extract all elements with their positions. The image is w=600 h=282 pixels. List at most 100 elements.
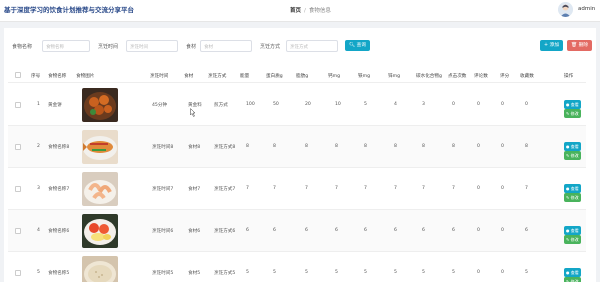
cell-fat: 6	[305, 228, 308, 233]
cell-protein: 50	[273, 102, 279, 107]
edit-button[interactable]: ✎ 修改	[564, 193, 581, 202]
column-header: 点击次数	[448, 74, 467, 79]
cell-clicks: 6	[452, 228, 455, 233]
cell-name: 食物名称8	[48, 145, 70, 150]
cell-fat: 7	[305, 186, 308, 191]
table-row[interactable]: 2 食物名称8 烹饪时间8 食材8 烹饪方式8 8 8 8 8 8 8 8 8 0 0 8 ● 查看✎ 修改	[8, 126, 586, 168]
food-name-input[interactable]: 食物名称	[42, 40, 90, 52]
cell-carbs: 3	[422, 102, 425, 107]
breadcrumb-home[interactable]: 首页	[290, 8, 301, 14]
user-avatar-icon	[558, 2, 573, 17]
column-header: 能量	[240, 74, 250, 79]
column-header: 食物名称	[48, 74, 67, 79]
avatar[interactable]	[558, 2, 573, 17]
food-image[interactable]	[82, 88, 118, 122]
cell-energy: 6	[246, 228, 249, 233]
column-header: 烹饪时间	[150, 74, 169, 79]
search-icon: 🔍︎	[349, 43, 356, 48]
cell-zinc: 7	[394, 186, 397, 191]
row-checkbox[interactable]	[15, 270, 21, 276]
food-image[interactable]	[82, 214, 118, 248]
view-button[interactable]: ● 查看	[564, 226, 581, 235]
view-button[interactable]: ● 查看	[564, 142, 581, 151]
edit-button[interactable]: ✎ 修改	[564, 277, 581, 282]
view-button[interactable]: ● 查看	[564, 184, 581, 193]
cell-protein: 8	[273, 144, 276, 149]
cell-iron: 5	[364, 270, 367, 275]
column-header: 铁mg	[358, 74, 370, 79]
cell-energy: 8	[246, 144, 249, 149]
table-row[interactable]: 4 食物名称6 烹饪时间6 食材6 烹饪方式6 6 6 6 6 6 6 6 6 0 0 6 ● 查看✎ 修改	[8, 210, 586, 252]
row-checkbox[interactable]	[15, 144, 21, 150]
edit-button[interactable]: ✎ 修改	[564, 151, 581, 160]
cell-carbs: 6	[422, 228, 425, 233]
food-image[interactable]	[82, 256, 118, 282]
cell-zinc: 5	[394, 270, 397, 275]
cell-energy: 100	[246, 102, 255, 107]
cell-calcium: 10	[335, 102, 341, 107]
row-actions: ● 查看✎ 修改	[564, 226, 586, 244]
search-label-ingredient: 食材	[186, 44, 197, 50]
cell-calcium: 8	[335, 144, 338, 149]
cook-method-input[interactable]: 烹饪方式	[286, 40, 338, 52]
cell-iron: 5	[364, 102, 367, 107]
cell-zinc: 6	[394, 228, 397, 233]
cook-time-input[interactable]: 烹饪时间	[126, 40, 178, 52]
add-button[interactable]: + 添加	[540, 40, 564, 51]
food-image[interactable]	[82, 130, 118, 164]
cell-energy: 7	[246, 186, 249, 191]
row-checkbox[interactable]	[15, 186, 21, 192]
cell-carbs: 7	[422, 186, 425, 191]
cell-protein: 7	[273, 186, 276, 191]
row-checkbox[interactable]	[15, 102, 21, 108]
row-actions: ● 查看✎ 修改	[564, 184, 586, 202]
app-title: 基于深度学习的饮食计划推荐与交流分享平台	[4, 6, 134, 14]
edit-button[interactable]: ✎ 修改	[564, 235, 581, 244]
cell-fat: 5	[305, 270, 308, 275]
cell-index: 5	[37, 270, 40, 275]
row-checkbox[interactable]	[15, 228, 21, 234]
column-header: 碳水化合物g	[416, 74, 442, 79]
cell-favorites: 8	[525, 144, 528, 149]
food-image[interactable]	[82, 172, 118, 206]
search-form: 食物名称 食物名称 烹饪时间 烹饪时间 食材 食材 烹饪方式 烹饪方式 🔍︎ 查…	[12, 40, 593, 52]
cell-method: 烹饪方式7	[214, 187, 236, 192]
cell-iron: 8	[364, 144, 367, 149]
ingredient-input[interactable]: 食材	[200, 40, 252, 52]
table-row[interactable]: 5 食物名称5 烹饪时间5 食材5 烹饪方式5 5 5 5 5 5 5 5 5 0 0 5 ● 查看✎ 修改	[8, 252, 586, 282]
column-header: 评分	[500, 74, 510, 79]
cell-iron: 6	[364, 228, 367, 233]
cell-fat: 20	[305, 102, 311, 107]
query-button[interactable]: 🔍︎ 查询	[345, 40, 371, 51]
cell-method: 烹饪方式5	[214, 271, 236, 276]
cell-clicks: 8	[452, 144, 455, 149]
search-label-cook-time: 烹饪时间	[98, 44, 119, 50]
cell-zinc: 4	[394, 102, 397, 107]
column-header: 食物图片	[76, 74, 95, 79]
cell-name: 黄金饼	[48, 103, 62, 108]
cell-zinc: 8	[394, 144, 397, 149]
row-actions: ● 查看✎ 修改	[564, 268, 586, 282]
column-header: 脂肪g	[296, 74, 309, 79]
column-header: 蛋白质g	[266, 74, 283, 79]
cell-energy: 5	[246, 270, 249, 275]
table-row[interactable]: 3 食物名称7 烹饪时间7 食材7 烹饪方式7 7 7 7 7 7 7 7 7 0 0 7 ● 查看✎ 修改	[8, 168, 586, 210]
select-all-checkbox[interactable]	[15, 72, 21, 78]
cell-clicks: 0	[452, 102, 455, 107]
cell-score: 0	[501, 270, 504, 275]
cell-ingredient: 食材8	[188, 145, 201, 150]
cell-comments: 0	[477, 102, 480, 107]
cell-time: 烹饪时间6	[152, 229, 174, 234]
cell-score: 0	[501, 186, 504, 191]
cell-name: 食物名称5	[48, 271, 70, 276]
column-header: 钙mg	[328, 74, 340, 79]
cell-favorites: 5	[525, 270, 528, 275]
view-button[interactable]: ● 查看	[564, 268, 581, 277]
username[interactable]: admin	[578, 6, 595, 12]
table-row[interactable]: 1 黄金饼 45分钟 黄金料 煎方式 100 50 20 10 5 4 3 0 0 0 0 ● 查看✎ 修改	[8, 84, 586, 126]
cell-calcium: 5	[335, 270, 338, 275]
delete-button[interactable]: 🗑︎ 删除	[567, 40, 593, 51]
trash-icon: 🗑︎	[571, 43, 578, 48]
view-button[interactable]: ● 查看	[564, 100, 581, 109]
edit-button[interactable]: ✎ 修改	[564, 109, 581, 118]
